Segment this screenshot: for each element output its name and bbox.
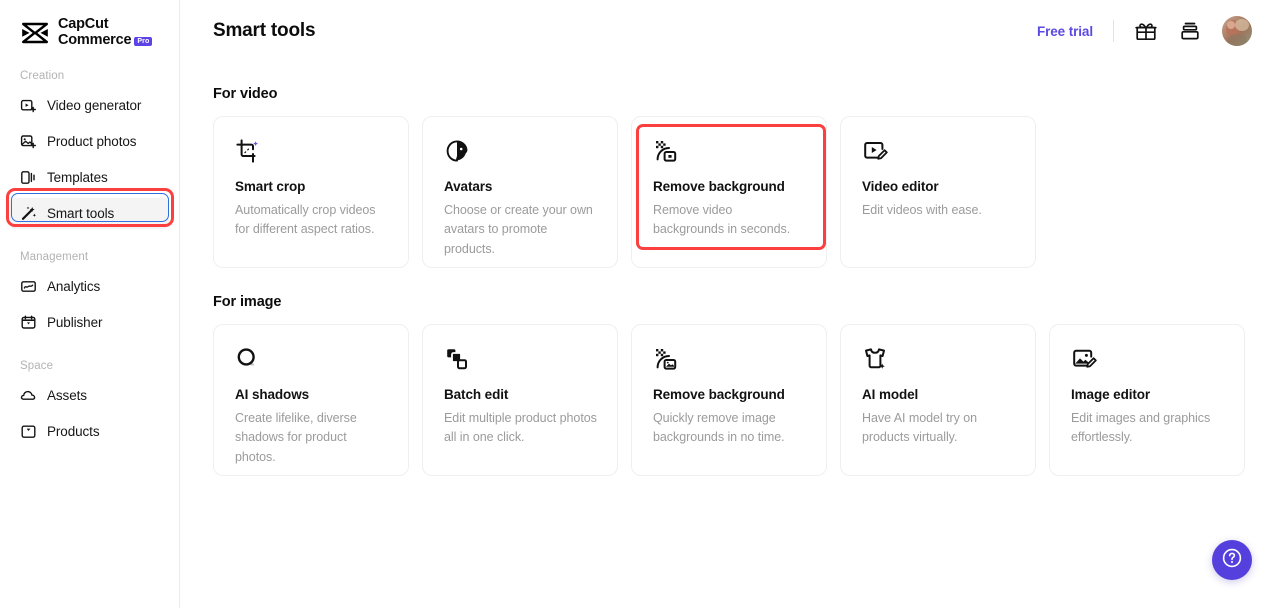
question-mark-icon [1221, 547, 1243, 574]
top-bar-divider [1113, 20, 1114, 42]
stack-box-icon[interactable] [1178, 19, 1202, 43]
card-description: Create lifelike, diverse shadows for pro… [235, 411, 357, 464]
video-add-icon [20, 97, 37, 114]
section-heading: For image [213, 294, 282, 310]
cloud-icon [20, 387, 37, 404]
brand-logo[interactable]: CapCut Commerce Pro [0, 0, 179, 48]
nav-section-label-space: Space [20, 360, 54, 373]
card-row-image: AI shadows Create lifelike, diverse shad… [213, 324, 1247, 476]
card-title: Avatars [444, 179, 493, 194]
video-edit-icon [862, 138, 888, 164]
card-title: AI shadows [235, 387, 310, 402]
card-title: Video editor [862, 179, 939, 194]
main-content: Smart tools Free trial For video Smart c… [180, 0, 1280, 608]
card-description: Automatically crop videos for different … [235, 203, 376, 237]
tool-card-remove-background-image[interactable]: Remove background Quickly remove image b… [631, 324, 827, 476]
tool-card-remove-background-video[interactable]: Remove background Remove video backgroun… [631, 116, 827, 268]
sidebar-item-smart-tools[interactable]: Smart tools [10, 198, 169, 230]
sidebar-item-label: Analytics [47, 279, 101, 295]
sidebar-item-label: Products [47, 424, 100, 440]
top-bar-actions: Free trial [1037, 16, 1252, 46]
app-root: CapCut Commerce Pro Creation Video gener… [0, 0, 1280, 608]
sidebar-item-analytics[interactable]: Analytics [10, 271, 169, 302]
sidebar-item-label: Publisher [47, 315, 103, 331]
remove-background-video-icon [653, 138, 679, 164]
card-description: Choose or create your own avatars to pro… [444, 203, 593, 256]
sidebar-item-templates[interactable]: Templates [10, 162, 169, 193]
card-description: Quickly remove image backgrounds in no t… [653, 411, 785, 445]
card-title: Batch edit [444, 387, 509, 402]
card-description: Remove video backgrounds in seconds. [653, 203, 791, 237]
gift-icon[interactable] [1134, 19, 1158, 43]
shadow-circle-icon [235, 346, 261, 372]
pro-badge: Pro [134, 36, 153, 46]
capcut-hourglass-logo-icon [20, 21, 50, 45]
sidebar-item-assets[interactable]: Assets [10, 380, 169, 411]
nav-section-label-management: Management [20, 251, 89, 264]
tool-card-avatars[interactable]: Avatars Choose or create your own avatar… [422, 116, 618, 268]
card-title: Image editor [1071, 387, 1151, 402]
tool-card-video-editor[interactable]: Video editor Edit videos with ease. [840, 116, 1036, 268]
card-description: Edit videos with ease. [862, 203, 982, 217]
image-edit-icon [1071, 346, 1097, 372]
card-row-video: Smart crop Automatically crop videos for… [213, 116, 1247, 268]
nav-section-label-creation: Creation [20, 70, 65, 83]
sidebar-item-label: Smart tools [47, 206, 115, 222]
remove-background-image-icon [653, 346, 679, 372]
card-title: Remove background [653, 387, 785, 402]
card-title: Remove background [653, 179, 785, 194]
sidebar-item-label: Assets [47, 388, 87, 404]
page-title: Smart tools [213, 20, 316, 41]
tool-card-smart-crop[interactable]: Smart crop Automatically crop videos for… [213, 116, 409, 268]
sidebar-item-label: Video generator [47, 98, 142, 114]
avatar[interactable] [1222, 16, 1252, 46]
brand-text: CapCut Commerce Pro [58, 16, 153, 48]
sidebar-item-product-photos[interactable]: Product photos [10, 126, 169, 157]
batch-squares-icon [444, 346, 470, 372]
templates-icon [20, 169, 37, 186]
magic-wand-icon [20, 205, 37, 222]
sidebar-item-label: Product photos [47, 134, 137, 150]
smart-crop-icon [235, 138, 261, 164]
card-description: Edit images and graphics effortlessly. [1071, 411, 1211, 445]
section-heading: For video [213, 86, 278, 102]
tools-content: For video Smart crop Automatically crop … [180, 86, 1280, 476]
tool-card-ai-shadows[interactable]: AI shadows Create lifelike, diverse shad… [213, 324, 409, 476]
tool-card-batch-edit[interactable]: Batch edit Edit multiple product photos … [422, 324, 618, 476]
top-bar: Smart tools Free trial [180, 0, 1280, 62]
sidebar-item-publisher[interactable]: Publisher [10, 307, 169, 338]
tshirt-sparkle-icon [862, 346, 888, 372]
free-trial-button[interactable]: Free trial [1037, 24, 1093, 39]
sidebar-item-products[interactable]: Products [10, 416, 169, 447]
section-for-image: For image AI shadows Create lifelike, di… [213, 294, 1247, 476]
sidebar-item-label: Templates [47, 170, 108, 186]
section-for-video: For video Smart crop Automatically crop … [213, 86, 1247, 268]
card-title: AI model [862, 387, 919, 402]
help-button[interactable] [1212, 540, 1252, 580]
sidebar: CapCut Commerce Pro Creation Video gener… [0, 0, 180, 608]
brand-line-1: CapCut [58, 16, 109, 32]
tool-card-image-editor[interactable]: Image editor Edit images and graphics ef… [1049, 324, 1245, 476]
image-add-icon [20, 133, 37, 150]
sidebar-item-video-generator[interactable]: Video generator [10, 90, 169, 121]
card-description: Edit multiple product photos all in one … [444, 411, 597, 445]
tool-card-ai-model[interactable]: AI model Have AI model try on products v… [840, 324, 1036, 476]
calendar-publisher-icon [20, 314, 37, 331]
product-box-icon [20, 423, 37, 440]
card-title: Smart crop [235, 179, 306, 194]
analytics-chart-icon [20, 278, 37, 295]
card-description: Have AI model try on products virtually. [862, 411, 978, 445]
brand-line-2: Commerce [58, 31, 132, 48]
avatar-profile-icon [444, 138, 470, 164]
